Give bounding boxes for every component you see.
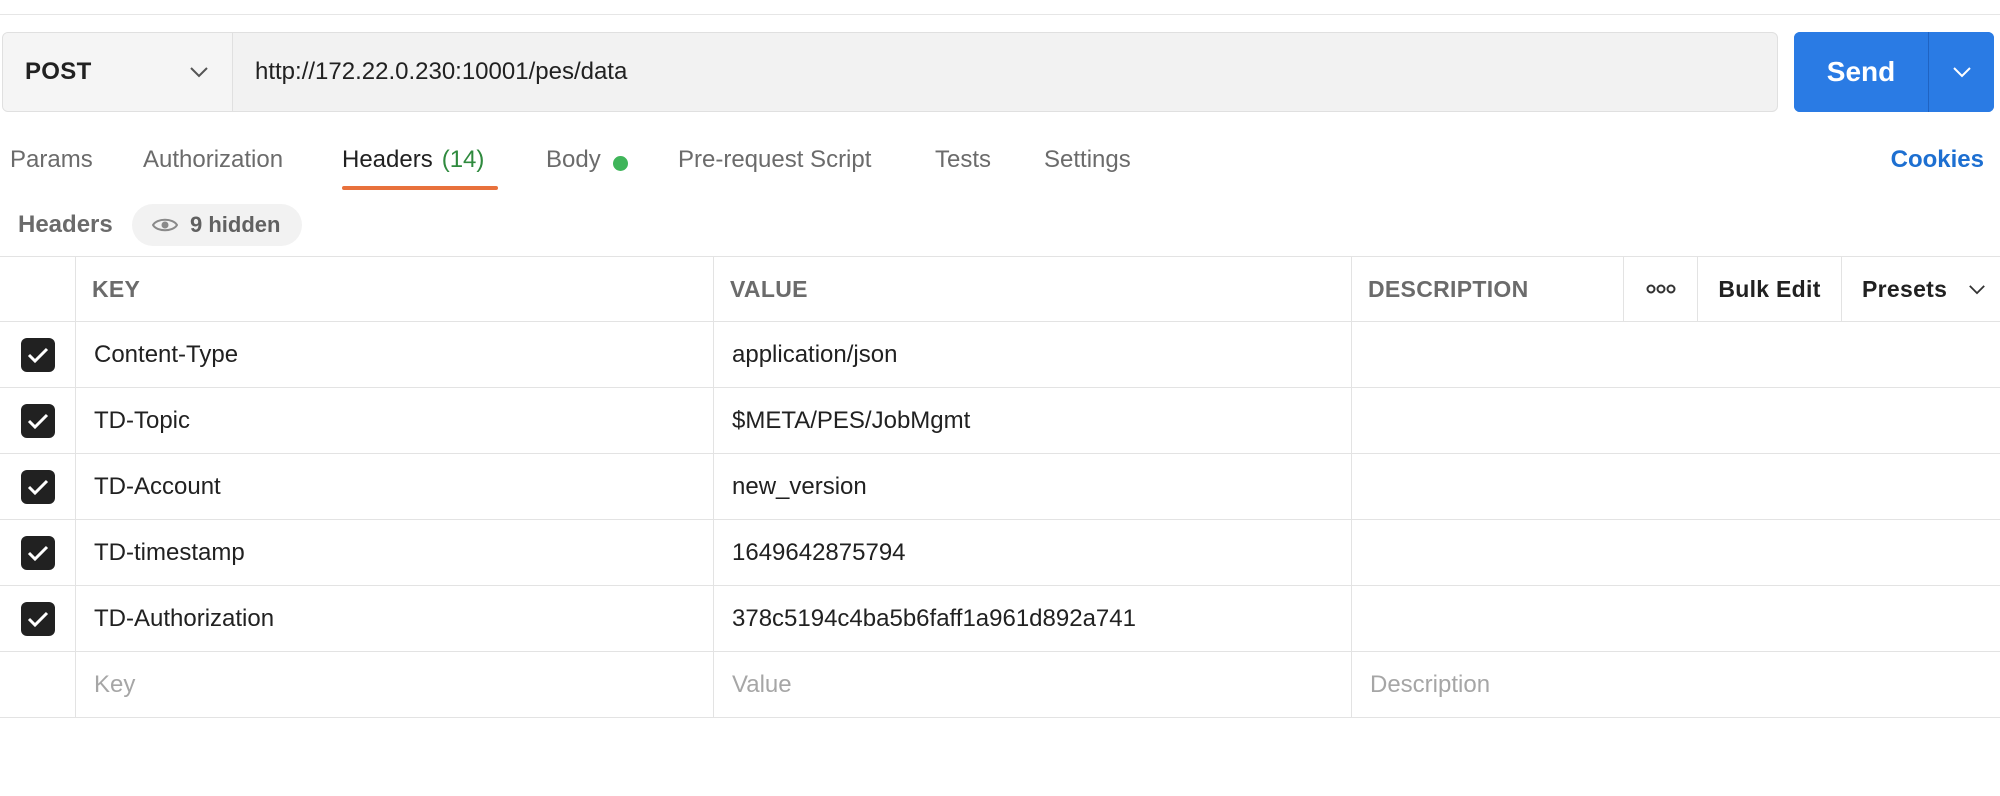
new-value-input[interactable]: Value (714, 652, 1352, 717)
row-checkbox-cell (0, 520, 76, 585)
header-value-cell[interactable]: new_version (714, 454, 1352, 519)
method-label: POST (25, 58, 92, 85)
header-description-cell[interactable] (1352, 586, 2000, 651)
send-button[interactable]: Send (1794, 32, 1928, 112)
send-button-group: Send (1794, 32, 1994, 112)
header-key-cell[interactable]: Content-Type (76, 322, 714, 387)
header-key-cell[interactable]: TD-Authorization (76, 586, 714, 651)
headers-count: (14) (441, 146, 485, 173)
presets-dropdown[interactable]: Presets (1842, 257, 2000, 321)
header-description-cell[interactable] (1352, 454, 2000, 519)
hidden-headers-toggle[interactable]: 9 hidden (132, 204, 302, 246)
table-row: TD-timestamp 1649642875794 (0, 520, 2000, 586)
row-checkbox[interactable] (20, 469, 55, 504)
table-header-row: KEY VALUE DESCRIPTION Bulk Edit Presets (0, 256, 2000, 322)
headers-section-title: Headers (18, 211, 113, 238)
hidden-count-label: 9 hidden (190, 212, 281, 237)
bulk-edit-button[interactable]: Bulk Edit (1698, 257, 1842, 321)
more-options-button[interactable] (1624, 257, 1698, 321)
header-value-cell[interactable]: 1649642875794 (714, 520, 1352, 585)
more-horizontal-icon (1646, 284, 1675, 294)
tab-params[interactable]: Params (10, 140, 93, 192)
checkmark-icon (27, 611, 48, 627)
tab-tests[interactable]: Tests (935, 140, 991, 192)
table-row: Content-Type application/json (0, 322, 2000, 388)
body-indicator-dot (612, 156, 628, 171)
row-checkbox-cell (0, 586, 76, 651)
header-key-cell[interactable]: TD-Topic (76, 388, 714, 453)
tab-label: Pre-request Script (678, 146, 872, 173)
header-key-cell[interactable]: TD-timestamp (76, 520, 714, 585)
method-select[interactable]: POST (3, 33, 233, 111)
tab-label: Authorization (143, 146, 284, 173)
chevron-down-icon (1952, 67, 1971, 78)
headers-table: KEY VALUE DESCRIPTION Bulk Edit Presets … (0, 256, 2000, 718)
header-description-cell[interactable] (1352, 388, 2000, 453)
table-row: TD-Authorization 378c5194c4ba5b6faff1a96… (0, 586, 2000, 652)
new-description-input[interactable]: Description (1352, 652, 2000, 717)
tab-label: Settings (1044, 146, 1131, 173)
tab-label: Body (546, 146, 601, 173)
checkmark-icon (27, 479, 48, 495)
checkmark-icon (27, 545, 48, 561)
tab-label: Headers (342, 146, 433, 173)
tab-label: Params (10, 146, 93, 173)
checkmark-icon (27, 347, 48, 363)
table-row: TD-Topic $META/PES/JobMgmt (0, 388, 2000, 454)
row-checkbox-cell (0, 388, 76, 453)
tab-pre-request-script[interactable]: Pre-request Script (678, 140, 871, 192)
row-checkbox[interactable] (20, 337, 55, 372)
table-row: TD-Account new_version (0, 454, 2000, 520)
header-description-cell[interactable] (1352, 322, 2000, 387)
header-key-cell[interactable]: TD-Account (76, 454, 714, 519)
header-value-cell[interactable]: application/json (714, 322, 1352, 387)
eye-icon (152, 216, 178, 234)
row-checkbox-cell (0, 454, 76, 519)
top-divider (0, 14, 2000, 15)
header-checkbox-cell (0, 257, 76, 321)
row-checkbox-cell (0, 652, 76, 717)
send-options-button[interactable] (1929, 32, 1994, 112)
presets-label: Presets (1862, 275, 1948, 302)
column-header-description: DESCRIPTION (1352, 257, 1624, 321)
tab-settings[interactable]: Settings (1044, 140, 1131, 192)
tab-label: Tests (935, 146, 992, 173)
column-header-value: VALUE (714, 257, 1352, 321)
header-value-cell[interactable]: $META/PES/JobMgmt (714, 388, 1352, 453)
active-tab-underline (342, 186, 498, 190)
new-header-row: Key Value Description (0, 652, 2000, 718)
chevron-down-icon (188, 61, 210, 83)
row-checkbox[interactable] (20, 403, 55, 438)
tab-headers[interactable]: Headers (14) (342, 140, 484, 192)
header-description-cell[interactable] (1352, 520, 2000, 585)
request-url-bar: POST (2, 32, 1778, 112)
tab-authorization[interactable]: Authorization (143, 140, 283, 192)
row-checkbox[interactable] (20, 535, 55, 570)
column-header-key: KEY (76, 257, 714, 321)
row-checkbox-cell (0, 322, 76, 387)
checkmark-icon (27, 413, 48, 429)
header-value-cell[interactable]: 378c5194c4ba5b6faff1a961d892a741 (714, 586, 1352, 651)
request-tabs: Params Authorization Headers (14) Body P… (0, 140, 2000, 192)
row-checkbox[interactable] (20, 601, 55, 636)
cookies-link[interactable]: Cookies (1891, 146, 1984, 174)
chevron-down-icon (1969, 284, 1985, 294)
url-input[interactable] (233, 33, 1777, 111)
tab-body[interactable]: Body (546, 140, 628, 192)
new-key-input[interactable]: Key (76, 652, 714, 717)
